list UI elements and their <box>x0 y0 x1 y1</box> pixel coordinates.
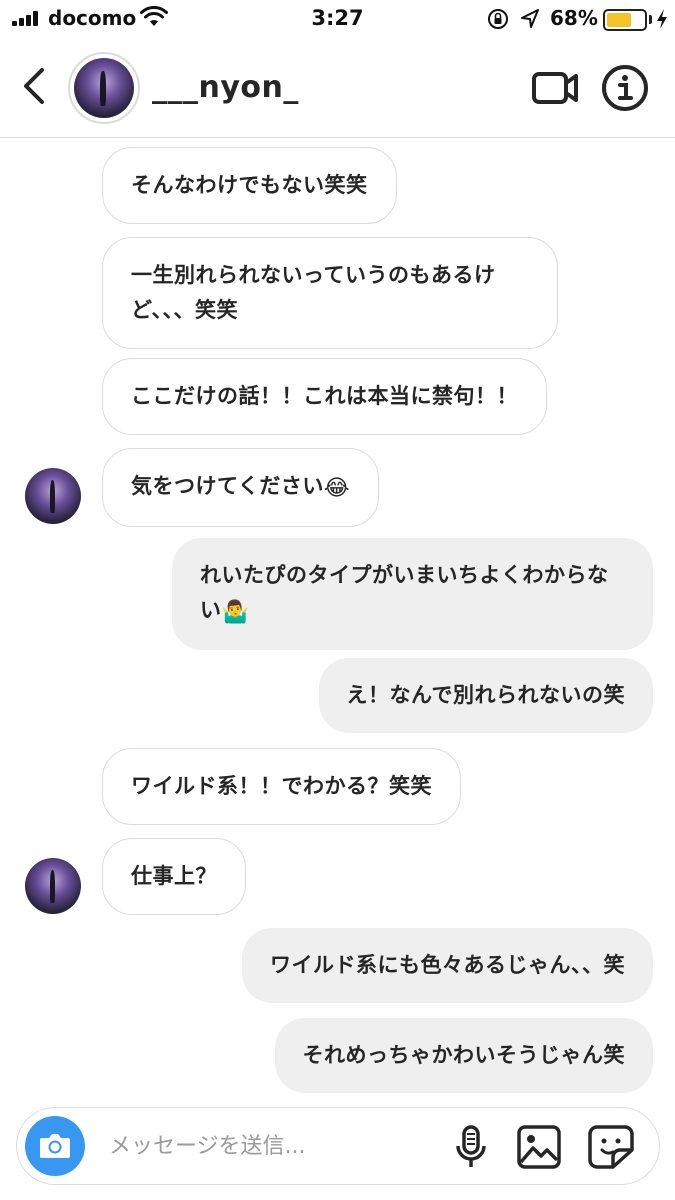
message-text: 一生別れられないっていうのもあるけど、、、笑笑 <box>131 263 496 322</box>
microphone-icon[interactable] <box>453 1124 489 1170</box>
battery-icon <box>603 9 647 31</box>
laughing-tears-emoji: 😂 <box>323 476 351 501</box>
camera-icon <box>40 1134 70 1158</box>
battery-tip <box>649 15 652 24</box>
message-text: ワイルド系！！でわかる？笑笑 <box>131 774 432 798</box>
message-composer <box>16 1107 660 1185</box>
received-message[interactable]: 仕事上？ <box>102 838 246 915</box>
message-text: 仕事上？ <box>131 864 217 888</box>
message-text: 気をつけてください <box>131 474 324 498</box>
received-message[interactable]: 一生別れられないっていうのもあるけど、、、笑笑 <box>102 237 558 349</box>
shrug-emoji: 🤷‍♂️ <box>221 600 250 625</box>
battery-percent: 68% <box>550 6 598 30</box>
profile-avatar[interactable] <box>68 52 140 124</box>
message-text: れいたぴのタイプがいまいちよくわからない <box>200 563 609 622</box>
camera-button[interactable] <box>25 1116 85 1176</box>
message-text: え！なんで別れられないの笑 <box>346 683 625 707</box>
message-text: それめっちゃかわいそうじゃん笑 <box>302 1043 625 1067</box>
message-input[interactable] <box>109 1128 429 1164</box>
avatar-image <box>74 58 134 118</box>
message-text: ここだけの話！！これは本当に禁句！！ <box>131 384 518 408</box>
sender-avatar[interactable] <box>25 858 81 914</box>
info-icon[interactable] <box>601 64 649 112</box>
charging-icon <box>657 9 667 29</box>
back-chevron-icon[interactable] <box>14 64 54 108</box>
orientation-lock-icon <box>488 9 508 29</box>
sender-avatar[interactable] <box>25 468 81 524</box>
received-message[interactable]: ワイルド系！！でわかる？笑笑 <box>102 748 461 825</box>
sent-message[interactable]: それめっちゃかわいそうじゃん笑 <box>274 1018 653 1093</box>
sticker-icon[interactable] <box>587 1124 635 1170</box>
received-message[interactable]: そんなわけでもない笑笑 <box>102 147 397 224</box>
received-message[interactable]: 気をつけてください😂 <box>102 448 380 527</box>
status-bar: docomo 3:27 68% <box>0 0 675 40</box>
location-icon <box>521 9 539 28</box>
chat-header: ___nyon_ <box>0 40 675 138</box>
message-text: ワイルド系にも色々あるじゃん、、笑 <box>270 953 625 977</box>
message-text: そんなわけでもない笑笑 <box>131 173 368 197</box>
sent-message[interactable]: え！なんで別れられないの笑 <box>318 658 653 733</box>
battery-level <box>607 13 632 27</box>
sent-message[interactable]: ワイルド系にも色々あるじゃん、、笑 <box>242 928 653 1003</box>
received-message[interactable]: ここだけの話！！これは本当に禁句！！ <box>102 358 547 435</box>
chat-username[interactable]: ___nyon_ <box>152 70 299 105</box>
sent-message[interactable]: れいたぴのタイプがいまいちよくわからない🤷‍♂️ <box>172 538 653 650</box>
message-thread[interactable]: そんなわけでもない笑笑 一生別れられないっていうのもあるけど、、、笑笑 ここだけ… <box>0 139 675 1101</box>
video-call-icon[interactable] <box>530 66 580 110</box>
gallery-icon[interactable] <box>515 1124 563 1170</box>
